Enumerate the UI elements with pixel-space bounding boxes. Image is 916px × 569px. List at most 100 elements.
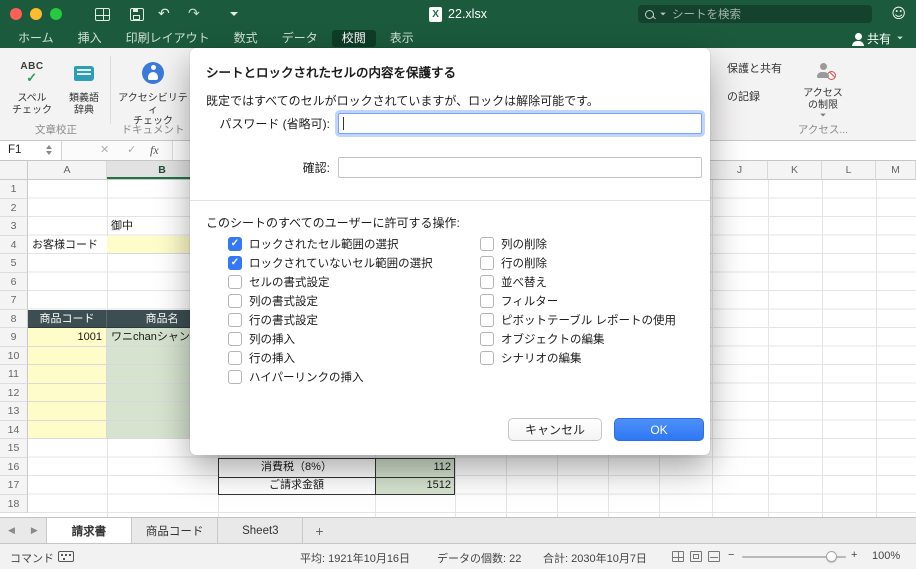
permission-left-5[interactable]: 行の書式設定: [228, 310, 433, 329]
checkbox-unchecked-icon[interactable]: [228, 274, 242, 289]
permission-right-4[interactable]: フィルター: [480, 291, 676, 310]
permission-left-6[interactable]: 列の挿入: [228, 329, 433, 348]
search-box[interactable]: シートを検索: [638, 5, 872, 23]
sheet-tab-1[interactable]: 請求書: [45, 518, 132, 543]
cancel-entry-icon[interactable]: ✕: [100, 143, 109, 156]
zoom-slider-knob[interactable]: [826, 551, 837, 562]
checkbox-unchecked-icon[interactable]: [480, 293, 494, 308]
permission-right-6[interactable]: オブジェクトの編集: [480, 329, 676, 348]
page-break-view-icon[interactable]: [708, 551, 720, 562]
row-header-11[interactable]: 11: [0, 365, 28, 384]
toolbar-chevron-down-icon[interactable]: [230, 12, 238, 16]
row-header-1[interactable]: 1: [0, 180, 28, 199]
row-header-18[interactable]: 18: [0, 494, 28, 513]
column-header-J[interactable]: J: [712, 161, 768, 180]
fullscreen-window-button[interactable]: [50, 8, 62, 20]
cell-A14[interactable]: [28, 420, 107, 439]
sheet-tab-3[interactable]: Sheet3: [218, 518, 304, 543]
ribbon-tab-7[interactable]: 表示: [380, 30, 424, 47]
share-button[interactable]: 共有: [852, 28, 904, 48]
select-all-corner[interactable]: [0, 161, 28, 180]
column-header-L[interactable]: L: [822, 161, 876, 180]
cell-A10[interactable]: [28, 346, 107, 365]
restrict-access-button[interactable]: アクセス の制限: [792, 54, 854, 117]
confirm-entry-icon[interactable]: ✓: [127, 143, 136, 156]
row-header-15[interactable]: 15: [0, 439, 28, 458]
add-sheet-button[interactable]: +: [303, 518, 335, 543]
name-box[interactable]: F1: [0, 141, 62, 160]
normal-view-icon[interactable]: [672, 551, 684, 562]
row-header-2[interactable]: 2: [0, 198, 28, 217]
checkbox-unchecked-icon[interactable]: [480, 274, 494, 289]
checkbox-unchecked-icon[interactable]: [480, 236, 494, 251]
row-header-8[interactable]: 8: [0, 309, 28, 328]
sheet-tab-2[interactable]: 商品コード: [131, 518, 219, 543]
permission-right-2[interactable]: 行の削除: [480, 253, 676, 272]
password-input[interactable]: [338, 112, 702, 134]
cell-A12[interactable]: [28, 383, 107, 402]
checkbox-unchecked-icon[interactable]: [228, 312, 242, 327]
column-header-M[interactable]: M: [876, 161, 916, 180]
row-header-17[interactable]: 17: [0, 476, 28, 495]
checkbox-unchecked-icon[interactable]: [228, 369, 242, 384]
permission-left-3[interactable]: セルの書式設定: [228, 272, 433, 291]
spell-check-button[interactable]: ABC ✓ スペル チェック: [6, 55, 58, 116]
checkbox-unchecked-icon[interactable]: [228, 293, 242, 308]
thesaurus-button[interactable]: 類義語 辞典: [60, 55, 108, 116]
checkbox-unchecked-icon[interactable]: [480, 331, 494, 346]
permission-right-3[interactable]: 並べ替え: [480, 272, 676, 291]
checkbox-checked-icon[interactable]: ✓: [228, 236, 242, 251]
name-box-stepper[interactable]: [46, 145, 52, 155]
row-header-13[interactable]: 13: [0, 402, 28, 421]
page-layout-view-icon[interactable]: [690, 551, 702, 562]
row-header-12[interactable]: 12: [0, 383, 28, 402]
cell-C17[interactable]: ご請求金額: [218, 476, 375, 495]
column-header-K[interactable]: K: [768, 161, 822, 180]
sheet-prev-icon[interactable]: ◀: [0, 518, 23, 543]
keyboard-icon[interactable]: [58, 551, 74, 562]
cell-C16[interactable]: 消費税（8%）: [218, 457, 375, 476]
close-window-button[interactable]: [10, 8, 22, 20]
cancel-button[interactable]: キャンセル: [508, 418, 602, 441]
row-header-4[interactable]: 4: [0, 235, 28, 254]
permission-left-4[interactable]: 列の書式設定: [228, 291, 433, 310]
checkbox-unchecked-icon[interactable]: [480, 312, 494, 327]
checkbox-unchecked-icon[interactable]: [480, 350, 494, 365]
checkbox-unchecked-icon[interactable]: [228, 331, 242, 346]
redo-icon[interactable]: ↷: [188, 6, 200, 22]
row-header-3[interactable]: 3: [0, 217, 28, 236]
ribbon-tab-5[interactable]: データ: [272, 30, 328, 47]
cell-A4[interactable]: お客様コード: [28, 236, 107, 255]
insert-function-icon[interactable]: fx: [150, 143, 159, 158]
sheet-next-icon[interactable]: ▶: [23, 518, 46, 543]
row-header-9[interactable]: 9: [0, 328, 28, 347]
permission-left-7[interactable]: 行の挿入: [228, 348, 433, 367]
ribbon-tab-3[interactable]: 印刷レイアウト: [116, 30, 220, 47]
feedback-smiley-icon[interactable]: ☺: [891, 6, 906, 22]
permission-left-1[interactable]: ✓ ロックされたセル範囲の選択: [228, 234, 433, 253]
checkbox-unchecked-icon[interactable]: [480, 255, 494, 270]
zoom-in-icon[interactable]: +: [851, 549, 857, 561]
undo-icon[interactable]: ↶: [158, 6, 170, 22]
ribbon-tab-4[interactable]: 数式: [224, 30, 268, 47]
cell-D16[interactable]: 112: [375, 457, 455, 476]
row-header-5[interactable]: 5: [0, 254, 28, 273]
ribbon-tab-6[interactable]: 校閲: [331, 29, 376, 47]
permission-left-8[interactable]: ハイパーリンクの挿入: [228, 367, 433, 386]
ribbon-tab-1[interactable]: ホーム: [8, 30, 64, 47]
row-header-6[interactable]: 6: [0, 272, 28, 291]
cell-A13[interactable]: [28, 402, 107, 421]
ok-button[interactable]: OK: [614, 418, 704, 441]
row-header-14[interactable]: 14: [0, 420, 28, 439]
minimize-window-button[interactable]: [30, 8, 42, 20]
view-switcher-icon[interactable]: [95, 8, 110, 21]
permission-left-2[interactable]: ✓ ロックされていないセル範囲の選択: [228, 253, 433, 272]
checkbox-checked-icon[interactable]: ✓: [228, 255, 242, 270]
permission-right-1[interactable]: 列の削除: [480, 234, 676, 253]
cell-A8[interactable]: 商品コード: [28, 309, 107, 328]
row-header-16[interactable]: 16: [0, 457, 28, 476]
column-header-A[interactable]: A: [28, 161, 107, 180]
cell-D17[interactable]: 1512: [375, 476, 455, 495]
save-icon[interactable]: [130, 8, 144, 21]
cell-A11[interactable]: [28, 365, 107, 384]
